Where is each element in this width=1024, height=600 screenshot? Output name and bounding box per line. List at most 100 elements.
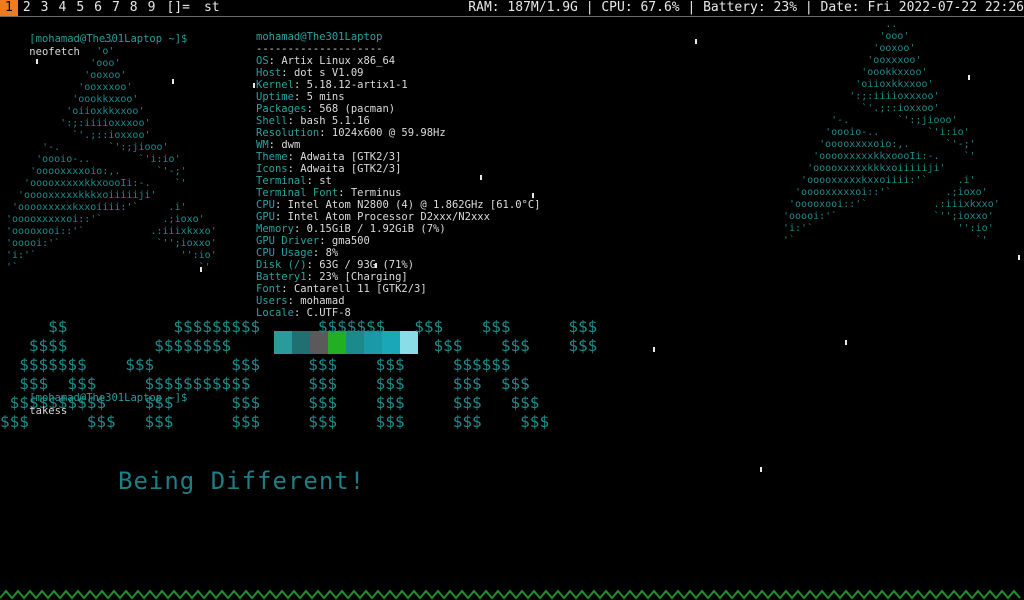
star-dot [653,347,655,352]
info-value: 5.18.12-artix1-1 [306,79,408,91]
tag-8[interactable]: 8 [125,0,143,16]
info-key: Resolution [256,127,320,139]
zigzag-border [0,589,1021,600]
info-row: Disk (/): 63G / 93G (71%) [256,259,415,271]
info-value: 1024x600 @ 59.98Hz [331,127,446,139]
star-dot [1018,255,1020,260]
info-value: mohamad [300,295,345,307]
info-value: Cantarell 11 [GTK2/3] [293,283,427,295]
command-text: takess [29,405,68,417]
info-key: Packages [256,103,307,115]
info-key: CPU [256,199,275,211]
info-key: Terminal Font [256,187,339,199]
info-key: Kernel [256,79,294,91]
info-row: Resolution: 1024x600 @ 59.98Hz [256,127,446,139]
tag-7[interactable]: 7 [107,0,125,16]
info-row: CPU: Intel Atom N2800 (4) @ 1.862GHz [61… [256,199,541,211]
star-dot [253,83,255,88]
terminal-window[interactable]: [mohamad@The301Laptop ~]$ neofetch .. 'o… [0,17,1024,600]
tag-2[interactable]: 2 [18,0,36,16]
tag-5[interactable]: 5 [71,0,89,16]
star-dot [695,39,697,44]
info-row: GPU Driver: gma500 [256,235,370,247]
info-value: 0.15GiB / 1.92GiB (7%) [306,223,446,235]
info-key: CPU Usage [256,247,313,259]
star-dot [172,79,174,84]
info-value: dwm [281,139,301,151]
tag-1[interactable]: 1 [0,0,18,16]
info-value: Intel Atom N2800 (4) @ 1.862GHz [61.0°C] [287,199,541,211]
star-dot [760,467,762,472]
info-key: OS [256,55,269,67]
info-key: Shell [256,115,288,127]
info-key: GPU [256,211,275,223]
info-key: Font [256,283,282,295]
star-dot [532,193,534,198]
info-row: Terminal: st [256,175,332,187]
info-key: Theme [256,151,288,163]
shell-prompt: [mohamad@The301Laptop ~]$ [29,392,188,404]
info-value: dot s V1.09 [293,67,364,79]
info-key: Uptime [256,91,294,103]
info-value: 8% [325,247,339,259]
star-dot [375,263,377,268]
layout-indicator[interactable]: []= [160,0,195,16]
status-bar: 1 2 3 4 5 6 7 8 9 []= st RAM: 187M/1.9G | CPU: 67.… [0,0,1024,17]
info-row: OS: Artix Linux x86_64 [256,55,396,67]
info-key: Host [256,67,282,79]
info-value: Adwaita [GTK2/3] [300,151,402,163]
info-row: CPU Usage: 8% [256,247,339,259]
info-row: Memory: 0.15GiB / 1.92GiB (7%) [256,223,446,235]
info-key: Terminal [256,175,307,187]
system-info: mohamad@The301Laptop -------------------… [256,31,541,319]
info-value: 568 (pacman) [319,103,396,115]
info-row: Users: mohamad [256,295,345,307]
star-dot [480,175,482,180]
info-value: Terminus [350,187,402,199]
tag-6[interactable]: 6 [89,0,107,16]
info-key: WM [256,139,269,151]
star-dot [968,75,970,80]
info-row: GPU: Intel Atom Processor D2xxx/N2xxx [256,211,490,223]
info-key: Users [256,295,288,307]
info-value: st [319,175,332,187]
info-row: Uptime: 5 mins [256,91,345,103]
artix-logo-left: .. 'o' 'ooo' 'ooxoo' 'ooxxxoo' 'oookkxxo… [6,34,217,273]
info-row: Host: dot s V1.09 [256,67,364,79]
info-value: bash 5.1.16 [300,115,370,127]
artix-logo-right: .. 'ooo' 'ooxoo' 'ooxxxoo' 'oookkxxoo' '… [783,19,1000,246]
tag-3[interactable]: 3 [36,0,54,16]
info-key: Memory [256,223,294,235]
info-row: Icons: Adwaita [GTK2/3] [256,163,402,175]
star-dot [845,340,847,345]
tag-list: 1 2 3 4 5 6 7 8 9 []= st [0,0,220,16]
star-dot [36,59,38,64]
info-row: Kernel: 5.18.12-artix1-1 [256,79,408,91]
info-value: 23% [Charging] [319,271,408,283]
info-value: Artix Linux x86_64 [281,55,396,67]
tag-9[interactable]: 9 [143,0,161,16]
star-dot [200,267,202,272]
info-key: Icons [256,163,288,175]
info-row: Theme: Adwaita [GTK2/3] [256,151,402,163]
info-value: Adwaita [GTK2/3] [300,163,402,175]
info-row: Font: Cantarell 11 [GTK2/3] [256,283,427,295]
info-title: mohamad@The301Laptop [256,31,383,43]
info-row: WM: dwm [256,139,301,151]
prompt-line-2: [mohamad@The301Laptop ~]$ takess [4,379,187,431]
tagline: Being Different! [118,467,366,495]
info-key: GPU Driver [256,235,320,247]
info-row: Packages: 568 (pacman) [256,103,396,115]
info-row: Terminal Font: Terminus [256,187,402,199]
tag-4[interactable]: 4 [53,0,71,16]
info-separator: -------------------- [256,43,383,55]
info-key: Disk (/) [256,259,307,271]
info-row: Battery1: 23% [Charging] [256,271,408,283]
info-value: Intel Atom Processor D2xxx/N2xxx [287,211,490,223]
status-text: RAM: 187M/1.9G | CPU: 67.6% | Battery: 2… [468,0,1024,15]
info-value: 63G / 93G (71%) [319,259,415,271]
info-key: Battery1 [256,271,307,283]
window-title: st [203,0,220,15]
info-row: Shell: bash 5.1.16 [256,115,370,127]
info-value: 5 mins [306,91,345,103]
